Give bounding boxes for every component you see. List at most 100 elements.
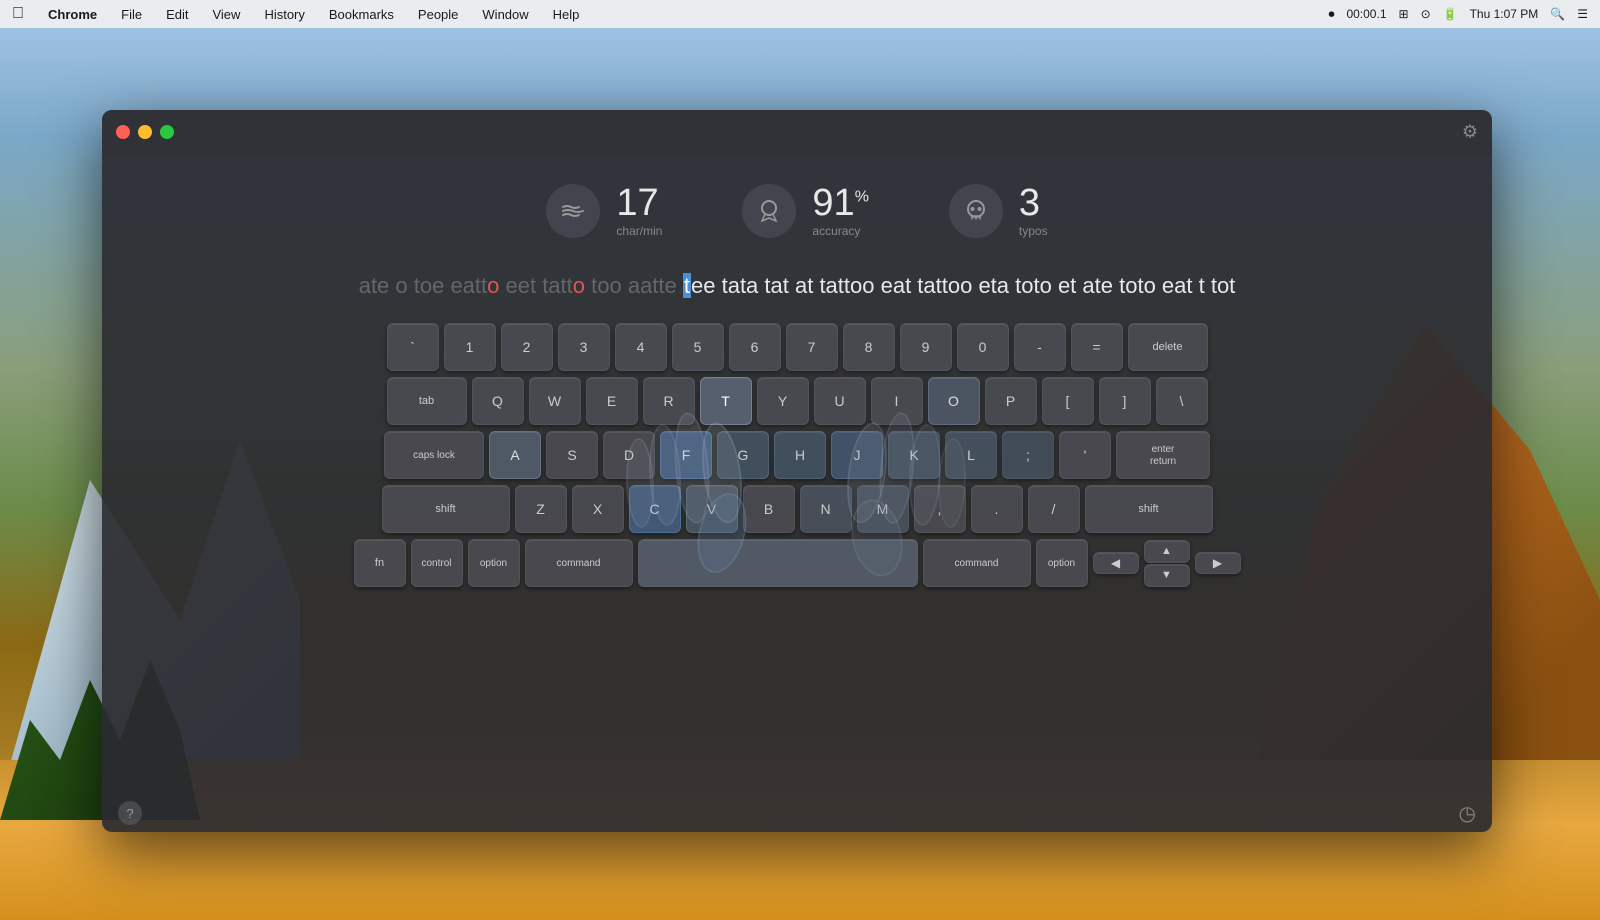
key-b[interactable]: B <box>743 485 795 533</box>
key-c[interactable]: C <box>629 485 681 533</box>
key-option-left[interactable]: option <box>468 539 520 587</box>
key-i[interactable]: I <box>871 377 923 425</box>
key-quote[interactable]: ' <box>1059 431 1111 479</box>
key-shift-right[interactable]: shift <box>1085 485 1213 533</box>
key-arrow-up[interactable]: ▲ <box>1144 540 1190 563</box>
key-command-right[interactable]: command <box>923 539 1031 587</box>
typos-label: typos <box>1019 224 1048 238</box>
minimize-button[interactable] <box>138 125 152 139</box>
key-6[interactable]: 6 <box>729 323 781 371</box>
settings-button[interactable]: ⚙ <box>1462 122 1478 143</box>
apple-logo-icon[interactable]:  <box>12 5 24 23</box>
traffic-lights <box>116 125 174 139</box>
key-7[interactable]: 7 <box>786 323 838 371</box>
key-lbracket[interactable]: [ <box>1042 377 1094 425</box>
menu-help[interactable]: Help <box>549 5 584 24</box>
remaining-text: ee tata tat at tattoo eat tattoo eta tot… <box>691 273 1235 298</box>
maximize-button[interactable] <box>160 125 174 139</box>
key-backslash[interactable]: \ <box>1156 377 1208 425</box>
recording-time: 00:00.1 <box>1346 7 1386 21</box>
key-k[interactable]: K <box>888 431 940 479</box>
key-0[interactable]: 0 <box>957 323 1009 371</box>
menu-window[interactable]: Window <box>478 5 532 24</box>
bottom-row: shift Z X C V B N M , . / shift <box>382 485 1213 533</box>
key-g[interactable]: G <box>717 431 769 479</box>
key-z[interactable]: Z <box>515 485 567 533</box>
key-2[interactable]: 2 <box>501 323 553 371</box>
key-equals[interactable]: = <box>1071 323 1123 371</box>
key-arrow-left[interactable]: ◀ <box>1093 552 1139 574</box>
key-4[interactable]: 4 <box>615 323 667 371</box>
key-capslock[interactable]: caps lock <box>384 431 484 479</box>
menu-view[interactable]: View <box>208 5 244 24</box>
key-j[interactable]: J <box>831 431 883 479</box>
key-s[interactable]: S <box>546 431 598 479</box>
chart-button[interactable]: ◷ <box>1459 801 1476 826</box>
key-semicolon[interactable]: ; <box>1002 431 1054 479</box>
key-o[interactable]: O <box>928 377 980 425</box>
key-9[interactable]: 9 <box>900 323 952 371</box>
key-f[interactable]: F <box>660 431 712 479</box>
typed-text-1: ate o toe eatt <box>359 273 487 298</box>
key-control[interactable]: control <box>411 539 463 587</box>
typos-icon <box>949 184 1003 238</box>
accuracy-icon <box>742 184 796 238</box>
key-m[interactable]: M <box>857 485 909 533</box>
app-name[interactable]: Chrome <box>44 5 101 24</box>
key-p[interactable]: P <box>985 377 1037 425</box>
key-v[interactable]: V <box>686 485 738 533</box>
menu-people[interactable]: People <box>414 5 462 24</box>
menu-file[interactable]: File <box>117 5 146 24</box>
list-icon[interactable]: ☰ <box>1577 7 1588 21</box>
help-button[interactable]: ? <box>118 801 142 825</box>
home-row: caps lock A S D F G H J K L ; ' enterret… <box>384 431 1210 479</box>
key-5[interactable]: 5 <box>672 323 724 371</box>
key-e[interactable]: E <box>586 377 638 425</box>
speed-icon <box>546 184 600 238</box>
menubar:  Chrome File Edit View History Bookmark… <box>0 0 1600 28</box>
key-option-right[interactable]: option <box>1036 539 1088 587</box>
key-y[interactable]: Y <box>757 377 809 425</box>
key-spacebar[interactable] <box>638 539 918 587</box>
modifier-row: fn control option command command option… <box>354 539 1241 587</box>
key-h[interactable]: H <box>774 431 826 479</box>
key-arrow-right[interactable]: ▶ <box>1195 552 1241 574</box>
key-rbracket[interactable]: ] <box>1099 377 1151 425</box>
key-command-left[interactable]: command <box>525 539 633 587</box>
key-delete[interactable]: delete <box>1128 323 1208 371</box>
menu-bookmarks[interactable]: Bookmarks <box>325 5 398 24</box>
key-backtick[interactable]: ` <box>387 323 439 371</box>
key-u[interactable]: U <box>814 377 866 425</box>
key-x[interactable]: X <box>572 485 624 533</box>
typos-stat-text: 3 typos <box>1019 184 1048 238</box>
keyboard-area: ` 1 2 3 4 5 6 7 8 9 0 - = delete tab Q W… <box>102 323 1492 597</box>
key-shift-left[interactable]: shift <box>382 485 510 533</box>
menu-history[interactable]: History <box>260 5 308 24</box>
key-d[interactable]: D <box>603 431 655 479</box>
key-slash[interactable]: / <box>1028 485 1080 533</box>
key-period[interactable]: . <box>971 485 1023 533</box>
key-a[interactable]: A <box>489 431 541 479</box>
key-comma[interactable]: , <box>914 485 966 533</box>
key-l[interactable]: L <box>945 431 997 479</box>
typed-text-3: too aatte <box>585 273 683 298</box>
close-button[interactable] <box>116 125 130 139</box>
key-enter[interactable]: enterreturn <box>1116 431 1210 479</box>
key-w[interactable]: W <box>529 377 581 425</box>
key-n[interactable]: N <box>800 485 852 533</box>
key-arrow-down[interactable]: ▼ <box>1144 564 1190 587</box>
key-tab[interactable]: tab <box>387 377 467 425</box>
menu-edit[interactable]: Edit <box>162 5 192 24</box>
key-3[interactable]: 3 <box>558 323 610 371</box>
key-fn[interactable]: fn <box>354 539 406 587</box>
search-icon[interactable]: 🔍 <box>1550 7 1565 21</box>
key-1[interactable]: 1 <box>444 323 496 371</box>
key-q[interactable]: Q <box>472 377 524 425</box>
key-minus[interactable]: - <box>1014 323 1066 371</box>
key-t[interactable]: T <box>700 377 752 425</box>
speed-stat-text: 17 char/min <box>616 184 662 238</box>
stats-area: 17 char/min 91% accuracy <box>102 154 1492 258</box>
key-8[interactable]: 8 <box>843 323 895 371</box>
accuracy-value: 91% <box>812 184 869 222</box>
key-r[interactable]: R <box>643 377 695 425</box>
